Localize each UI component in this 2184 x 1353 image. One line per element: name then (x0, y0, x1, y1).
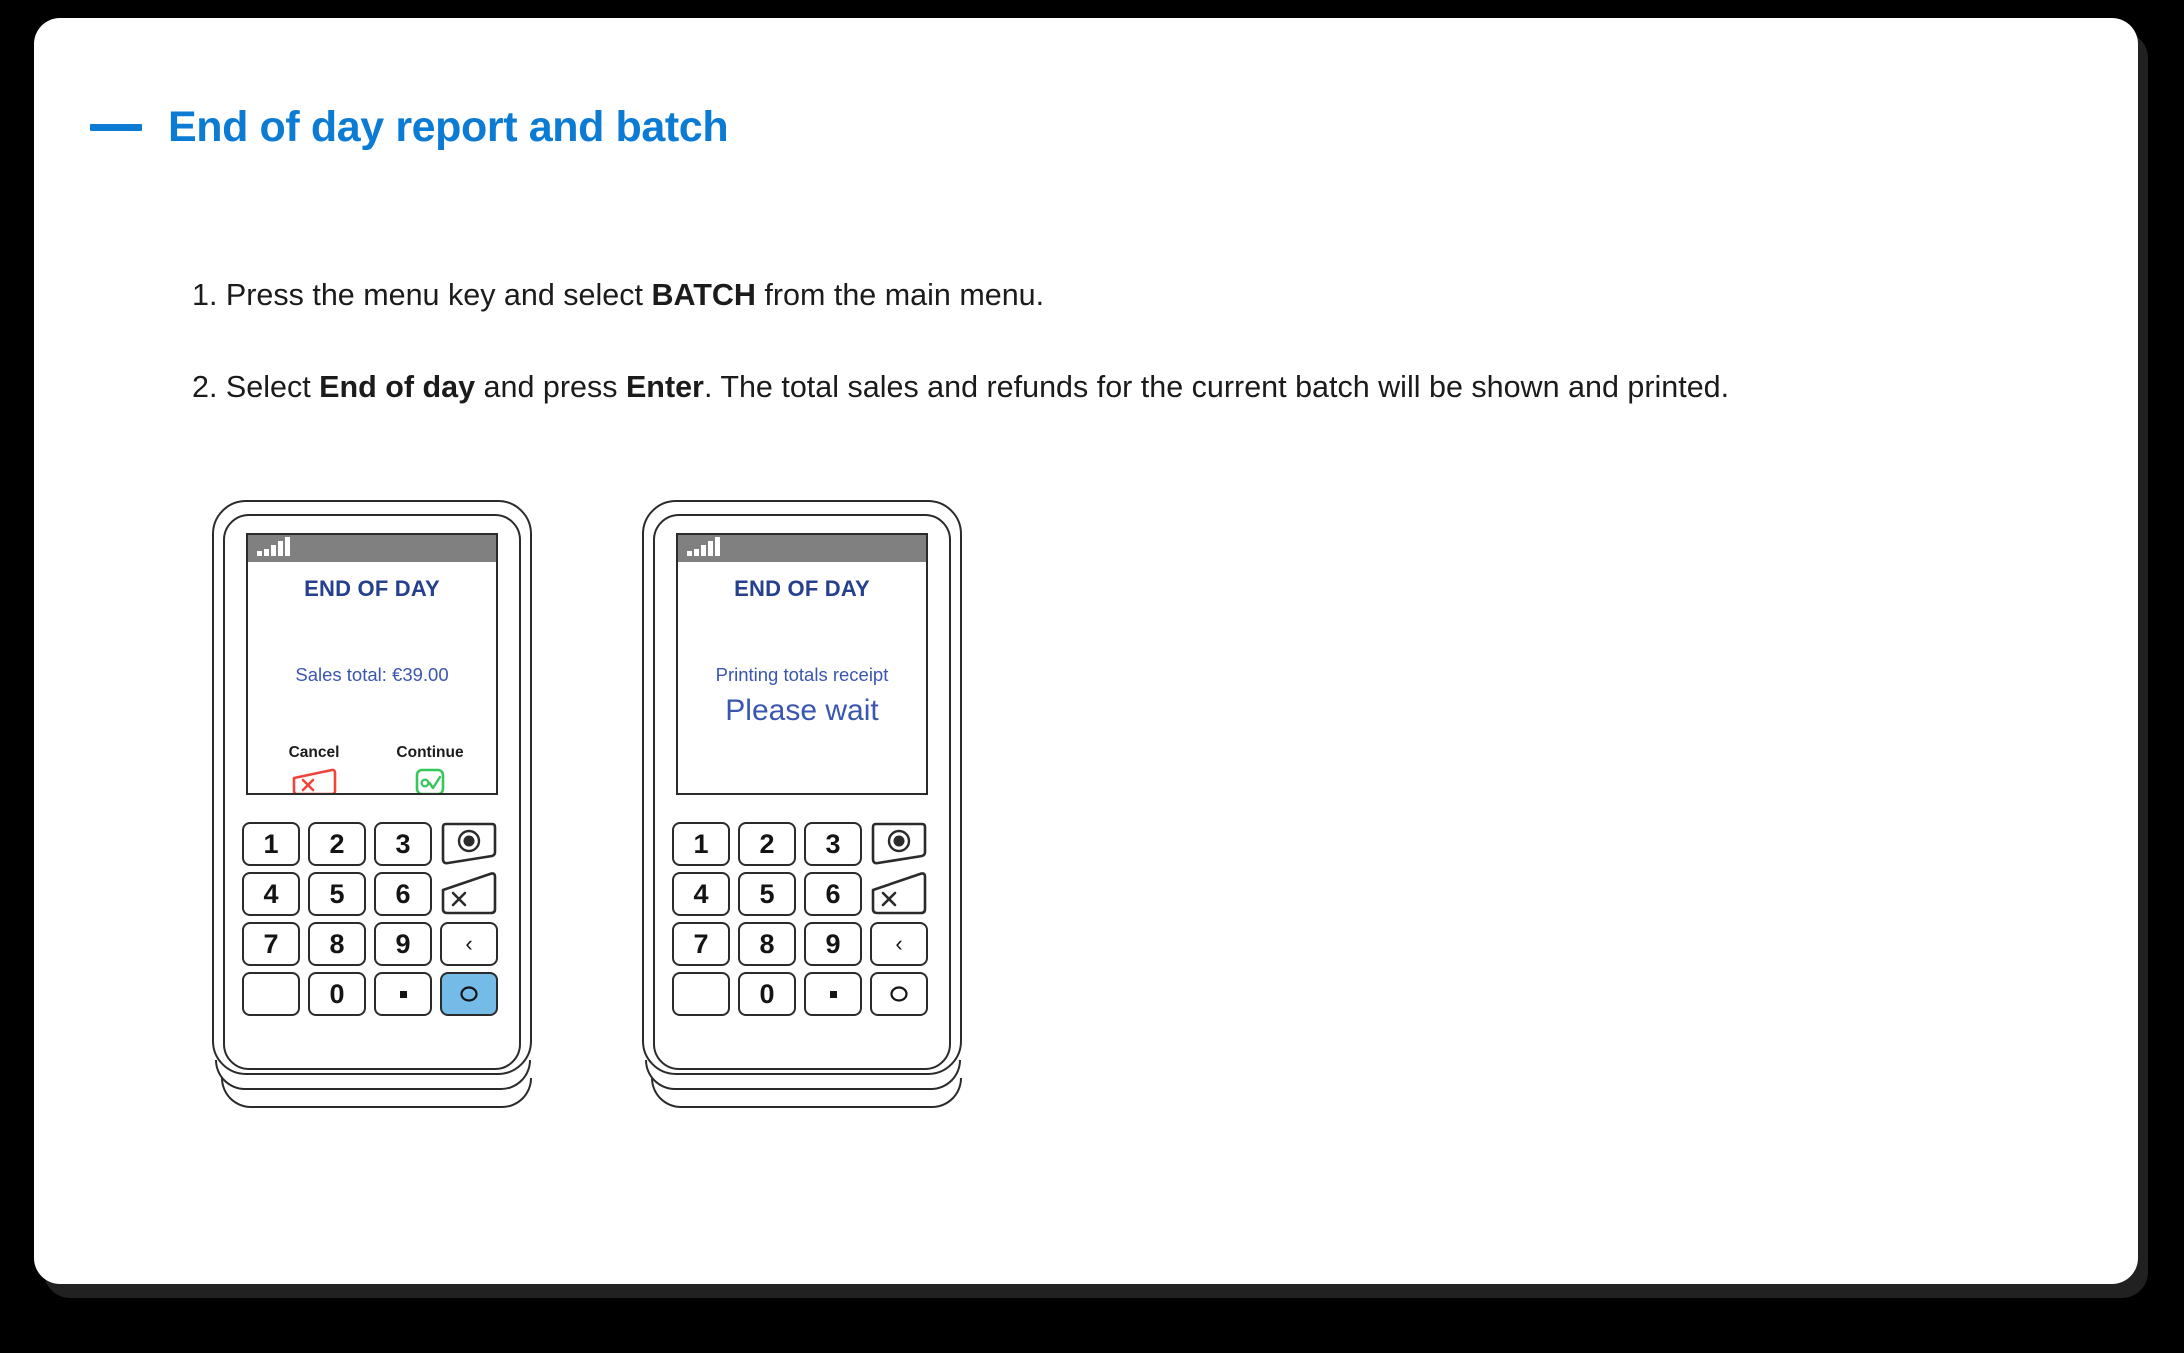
signal-bar-2-icon (701, 545, 706, 556)
key-3[interactable]: 3 (374, 822, 432, 866)
signal-bar-3-icon (708, 541, 713, 556)
page-card: End of day report and batch 1. Press the… (34, 18, 2138, 1284)
terminal-keypad[interactable]: 1 2 3 4 5 6 7 8 9 ‹ 0 (242, 822, 504, 1016)
backspace-key[interactable]: ‹ (870, 922, 928, 966)
key-6[interactable]: 6 (374, 872, 432, 916)
signal-bar-3-icon (278, 541, 283, 556)
terminal-screen: END OF DAY Printing totals receipt Pleas… (676, 533, 928, 795)
screen-line-1: Printing totals receipt (715, 664, 889, 685)
screen-body: END OF DAY Sales total: €39.00 Cancel Co… (248, 576, 496, 793)
softkey-continue-label: Continue (396, 744, 464, 761)
heading-dash-icon (90, 124, 142, 131)
key-7[interactable]: 7 (242, 922, 300, 966)
key-6[interactable]: 6 (804, 872, 862, 916)
terminal-keypad[interactable]: 1 2 3 4 5 6 7 8 9 ‹ 0 (672, 822, 934, 1016)
key-4[interactable]: 4 (672, 872, 730, 916)
key-8[interactable]: 8 (308, 922, 366, 966)
key-0[interactable]: 0 (738, 972, 796, 1016)
softkey-continue[interactable]: Continue (394, 744, 466, 793)
enter-key[interactable] (870, 972, 928, 1016)
key-3[interactable]: 3 (804, 822, 862, 866)
screen-title: END OF DAY (734, 576, 870, 601)
continue-key-icon (394, 767, 466, 793)
menu-key[interactable] (440, 822, 498, 866)
instruction-step-1: 1. Press the menu key and select BATCH f… (192, 278, 1045, 312)
terminal-1: END OF DAY Sales total: €39.00 Cancel Co… (212, 500, 532, 1110)
page-title: End of day report and batch (168, 103, 729, 151)
key-8[interactable]: 8 (738, 922, 796, 966)
instruction-steps: 1. Press the menu key and select BATCH f… (192, 276, 2072, 407)
key-9[interactable]: 9 (374, 922, 432, 966)
screen-body: END OF DAY Printing totals receipt Pleas… (678, 576, 926, 793)
signal-dot-icon (257, 551, 262, 556)
softkey-cancel[interactable]: Cancel (278, 744, 350, 793)
backspace-key[interactable]: ‹ (440, 922, 498, 966)
key-7[interactable]: 7 (672, 922, 730, 966)
key-2[interactable]: 2 (738, 822, 796, 866)
signal-bar-4-icon (285, 537, 290, 556)
key-blank[interactable] (242, 972, 300, 1016)
key-0[interactable]: 0 (308, 972, 366, 1016)
key-1[interactable]: 1 (242, 822, 300, 866)
status-bar (248, 535, 496, 562)
screen-line-1: Sales total: €39.00 (295, 664, 449, 685)
signal-bar-1-icon (264, 549, 269, 556)
screen-big-line: Please wait (725, 694, 879, 727)
status-bar (678, 535, 926, 562)
softkey-cancel-label: Cancel (288, 744, 340, 761)
key-dot[interactable] (804, 972, 862, 1016)
signal-bar-2-icon (271, 545, 276, 556)
screen-title: END OF DAY (304, 576, 440, 601)
cancel-key[interactable] (440, 872, 498, 916)
instruction-step-2: 2. Select End of day and press Enter. Th… (192, 369, 1730, 404)
screen-softkeys: Cancel Continue (248, 744, 496, 793)
terminal-2: END OF DAY Printing totals receipt Pleas… (642, 500, 962, 1110)
key-4[interactable]: 4 (242, 872, 300, 916)
key-dot[interactable] (374, 972, 432, 1016)
signal-dot-icon (687, 551, 692, 556)
key-5[interactable]: 5 (738, 872, 796, 916)
signal-bar-1-icon (694, 549, 699, 556)
page-heading: End of day report and batch (90, 103, 729, 152)
enter-key[interactable] (440, 972, 498, 1016)
signal-bar-4-icon (715, 537, 720, 556)
cancel-key-icon (278, 767, 350, 793)
cancel-key[interactable] (870, 872, 928, 916)
key-2[interactable]: 2 (308, 822, 366, 866)
key-blank[interactable] (672, 972, 730, 1016)
key-9[interactable]: 9 (804, 922, 862, 966)
key-1[interactable]: 1 (672, 822, 730, 866)
terminal-illustrations: END OF DAY Sales total: €39.00 Cancel Co… (212, 500, 962, 1110)
menu-key[interactable] (870, 822, 928, 866)
terminal-screen: END OF DAY Sales total: €39.00 Cancel Co… (246, 533, 498, 795)
key-5[interactable]: 5 (308, 872, 366, 916)
